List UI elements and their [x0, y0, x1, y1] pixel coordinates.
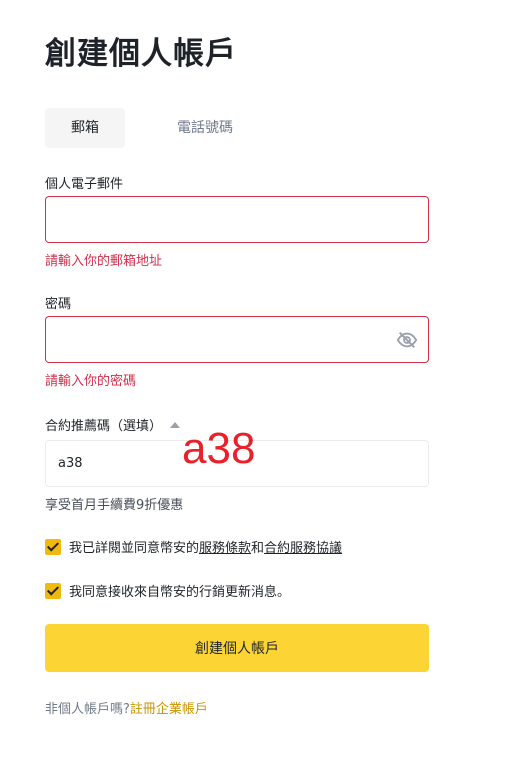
terms-mid: 和 — [251, 541, 265, 556]
email-field-wrapper — [45, 196, 429, 243]
eye-off-icon[interactable] — [396, 329, 418, 351]
footer-text: 非個人帳戶嗎?註冊企業帳戶 — [45, 698, 208, 717]
handwritten-annotation: a38 — [182, 424, 256, 473]
terms-agreement-row: 我已詳閱並同意幣安的 服務條款和合約服務協議 — [45, 537, 342, 556]
terms-checkbox[interactable] — [45, 538, 61, 555]
contract-agreement-link[interactable]: 合約服務協議 — [264, 537, 342, 556]
referral-label: 合約推薦碼（選填） — [45, 419, 163, 434]
signup-method-tabs: 郵箱 電話號碼 — [45, 108, 265, 148]
caret-up-icon[interactable] — [170, 422, 181, 428]
password-label: 密碼 — [45, 297, 72, 312]
tab-phone[interactable]: 電話號碼 — [145, 108, 265, 148]
referral-hint: 享受首月手續費9折優惠 — [45, 498, 184, 513]
marketing-checkbox[interactable] — [45, 582, 61, 599]
signup-page: 創建個人帳戶 郵箱 電話號碼 個人電子郵件 請輸入你的郵箱地址 密碼 請輸入你的… — [0, 0, 527, 761]
terms-prefix: 我已詳閱並同意幣安的 — [69, 541, 200, 556]
referral-label-row: 合約推薦碼（選填） — [45, 415, 181, 434]
tab-email[interactable]: 郵箱 — [45, 108, 125, 148]
footer-prefix: 非個人帳戶嗎? — [45, 702, 130, 717]
marketing-consent-row: 我同意接收來自幣安的行銷更新消息。 — [45, 581, 290, 600]
terms-of-service-link[interactable]: 服務條款 — [199, 537, 251, 556]
email-error: 請輸入你的郵箱地址 — [45, 254, 163, 269]
page-title: 創建個人帳戶 — [45, 36, 237, 72]
password-error: 請輸入你的密碼 — [45, 374, 137, 389]
marketing-text: 我同意接收來自幣安的行銷更新消息。 — [69, 585, 291, 600]
register-business-link[interactable]: 註冊企業帳戶 — [130, 702, 208, 717]
create-account-button[interactable]: 創建個人帳戶 — [45, 624, 429, 672]
password-field[interactable] — [46, 317, 428, 362]
email-label: 個人電子郵件 — [45, 177, 124, 192]
password-field-wrapper — [45, 316, 429, 363]
email-field[interactable] — [46, 197, 428, 242]
